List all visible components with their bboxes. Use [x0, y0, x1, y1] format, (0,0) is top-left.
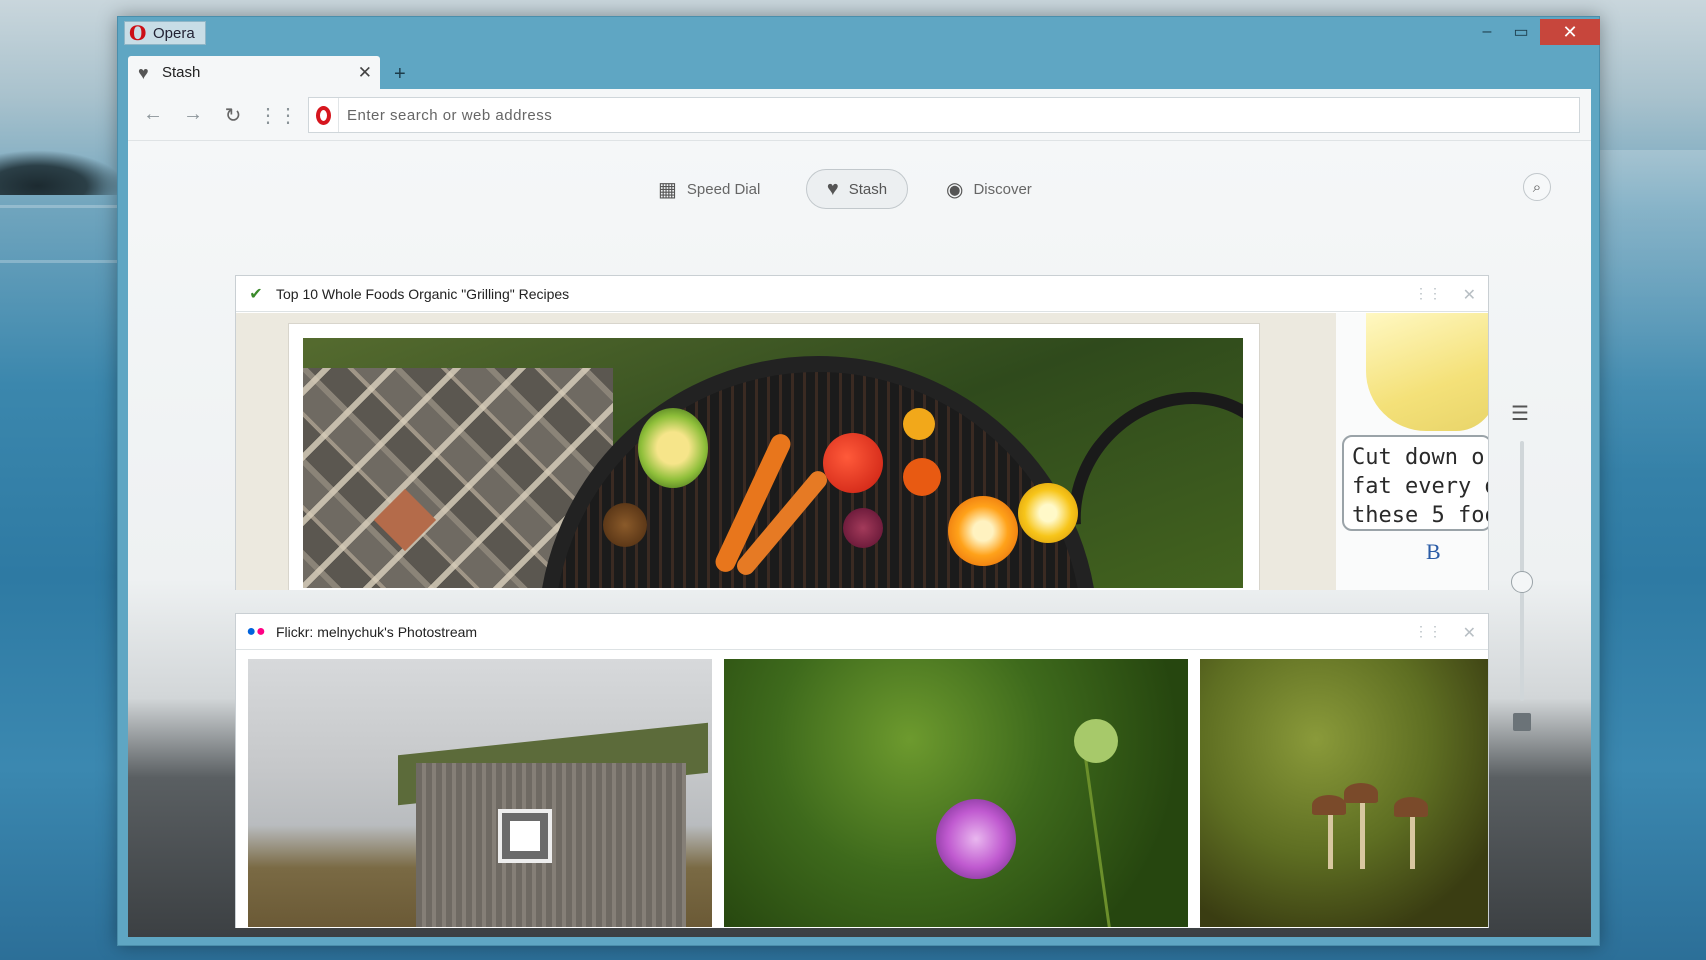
nav-label: Speed Dial	[686, 180, 761, 198]
title-bar: O Opera – ▭ ✕	[118, 17, 1600, 49]
ad-text-line: fat every d	[1352, 474, 1488, 499]
purple-flower	[936, 799, 1016, 879]
mushroom-stem	[1360, 799, 1365, 869]
app-title: Opera	[153, 24, 195, 42]
advertisement[interactable]: Cut down o fat every d these 5 foo B	[1336, 313, 1488, 590]
desktop-rock	[0, 150, 125, 195]
flower-photo[interactable]	[724, 659, 1188, 927]
ad-logo: B	[1426, 539, 1441, 564]
tab-label: Stash	[162, 64, 201, 81]
potato	[603, 503, 647, 547]
stash-card-title[interactable]: Top 10 Whole Foods Organic "Grilling" Re…	[276, 286, 569, 302]
cabin-window	[498, 809, 552, 863]
eye-icon: ◉	[946, 178, 964, 201]
stash-page: ▦ Speed Dial ♥ Stash ◉ Discover ⌕ ✔ Top …	[128, 141, 1591, 937]
recipe-article-frame	[288, 323, 1260, 590]
stash-card-header: ● ● Flickr: melnychuk's Photostream ⋮⋮ ✕	[236, 614, 1488, 650]
desktop-sky	[1598, 150, 1706, 960]
new-tab-button[interactable]: +	[394, 63, 406, 86]
start-page-nav: ▦ Speed Dial ♥ Stash ◉ Discover	[128, 169, 1591, 209]
maximize-button[interactable]: ▭	[1506, 19, 1536, 45]
mushroom-stem	[1328, 809, 1333, 869]
opera-o-icon[interactable]	[309, 98, 339, 132]
ad-speech-bubble: Cut down o fat every d these 5 foo	[1342, 435, 1488, 531]
page-preview[interactable]: Cut down o fat every d these 5 foo B	[236, 313, 1488, 590]
ad-text-line: Cut down o	[1352, 445, 1485, 470]
remove-card-icon[interactable]: ✕	[1463, 623, 1476, 643]
lemon-slice	[1018, 483, 1078, 543]
orange-slice	[948, 496, 1018, 566]
desktop-wave	[0, 260, 125, 263]
heart-icon: ♥	[138, 62, 149, 83]
nav-label: Discover	[973, 180, 1032, 198]
mushroom-photo[interactable]	[1200, 659, 1488, 927]
nav-label: Stash	[848, 180, 888, 198]
cherry-tomato	[903, 408, 935, 440]
navigation-toolbar: ← → ↻ ⋮⋮	[128, 89, 1591, 141]
address-bar[interactable]	[308, 97, 1580, 133]
list-view-icon[interactable]: ☰	[1511, 401, 1529, 426]
nav-discover[interactable]: ◉ Discover	[946, 169, 1032, 209]
cherry-tomato	[903, 458, 941, 496]
tab-strip: ♥ Stash ✕ +	[118, 49, 1599, 89]
stash-card-header: ✔ Top 10 Whole Foods Organic "Grilling" …	[236, 276, 1488, 312]
cartoon-hand-image	[1366, 313, 1488, 431]
whole-foods-leaf-icon: ✔	[249, 285, 263, 303]
zoom-slider-handle[interactable]	[1511, 571, 1533, 593]
mushroom-cap	[1344, 783, 1378, 803]
forward-arrow-icon[interactable]: →	[180, 103, 206, 126]
grid-view-icon[interactable]: ⋮⋮	[1414, 623, 1442, 640]
back-arrow-icon[interactable]: ←	[140, 103, 166, 126]
nav-stash[interactable]: ♥ Stash	[806, 169, 908, 209]
heart-icon: ♥	[826, 177, 839, 200]
flower-bud	[1074, 719, 1118, 763]
opera-menu-button[interactable]: O Opera	[124, 21, 206, 45]
ad-text-line: these 5 foo	[1352, 503, 1488, 528]
flickr-dots-icon: ● ●	[246, 622, 266, 640]
grid-view-icon[interactable]: ⋮⋮	[1414, 285, 1442, 302]
tab-close-icon[interactable]: ✕	[358, 63, 372, 83]
large-view-icon[interactable]	[1513, 713, 1531, 731]
search-stash-button[interactable]: ⌕	[1523, 173, 1551, 201]
minimize-button[interactable]: –	[1472, 19, 1502, 45]
stash-card-title[interactable]: Flickr: melnychuk's Photostream	[276, 624, 477, 640]
avocado	[638, 408, 708, 488]
search-icon: ⌕	[1532, 178, 1542, 196]
stash-card[interactable]: ● ● Flickr: melnychuk's Photostream ⋮⋮ ✕	[235, 613, 1489, 928]
nav-speed-dial[interactable]: ▦ Speed Dial	[658, 169, 760, 209]
tomato	[823, 433, 883, 493]
desktop-wave	[0, 205, 125, 208]
view-controls: ☰	[1511, 401, 1533, 741]
browser-window: O Opera – ▭ ✕ ♥ Stash ✕ + ← → ↻ ⋮⋮ ▦ Spe…	[117, 16, 1600, 946]
cabin-photo[interactable]	[248, 659, 712, 927]
opera-logo-icon: O	[129, 21, 147, 45]
address-input[interactable]	[347, 106, 1447, 124]
stash-card[interactable]: ✔ Top 10 Whole Foods Organic "Grilling" …	[235, 275, 1489, 590]
reload-icon[interactable]: ↻	[220, 103, 246, 128]
tab-stash[interactable]: ♥ Stash ✕	[128, 56, 380, 89]
remove-card-icon[interactable]: ✕	[1463, 285, 1476, 305]
grill-photo	[303, 338, 1243, 588]
onion	[843, 508, 883, 548]
speed-dial-grid-icon[interactable]: ⋮⋮	[258, 103, 298, 128]
mushroom-cap	[1312, 795, 1346, 815]
mushroom-stem	[1410, 809, 1415, 869]
page-preview[interactable]	[236, 651, 1488, 928]
mushroom-cap	[1394, 797, 1428, 817]
grid-icon: ▦	[658, 178, 677, 201]
close-window-button[interactable]: ✕	[1540, 19, 1600, 45]
